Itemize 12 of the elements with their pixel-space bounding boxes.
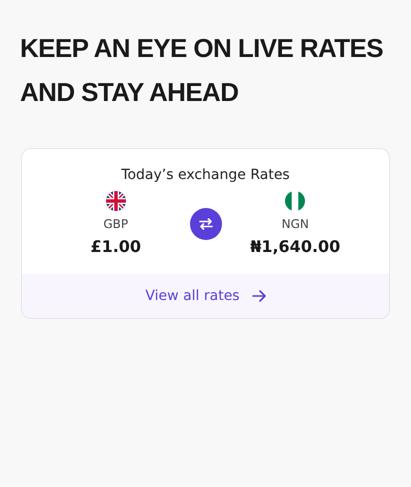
currency-code: GBP: [103, 217, 128, 231]
nigeria-flag-icon: [285, 191, 306, 211]
card-title: Today’s exchange Rates: [121, 167, 290, 183]
uk-flag-icon: [106, 191, 126, 211]
arrow-right-icon: [252, 290, 266, 302]
currency-amount: £1.00: [90, 237, 142, 256]
swap-icon: [198, 218, 212, 230]
view-all-rates-link[interactable]: View all rates: [22, 274, 389, 318]
page-heading: KEEP AN EYE ON LIVE RATES AND STAY AHEAD: [20, 32, 384, 109]
currency-amount: ₦1,640.00: [250, 237, 340, 256]
swap-button[interactable]: [190, 208, 222, 240]
currency-code: NGN: [282, 217, 309, 231]
